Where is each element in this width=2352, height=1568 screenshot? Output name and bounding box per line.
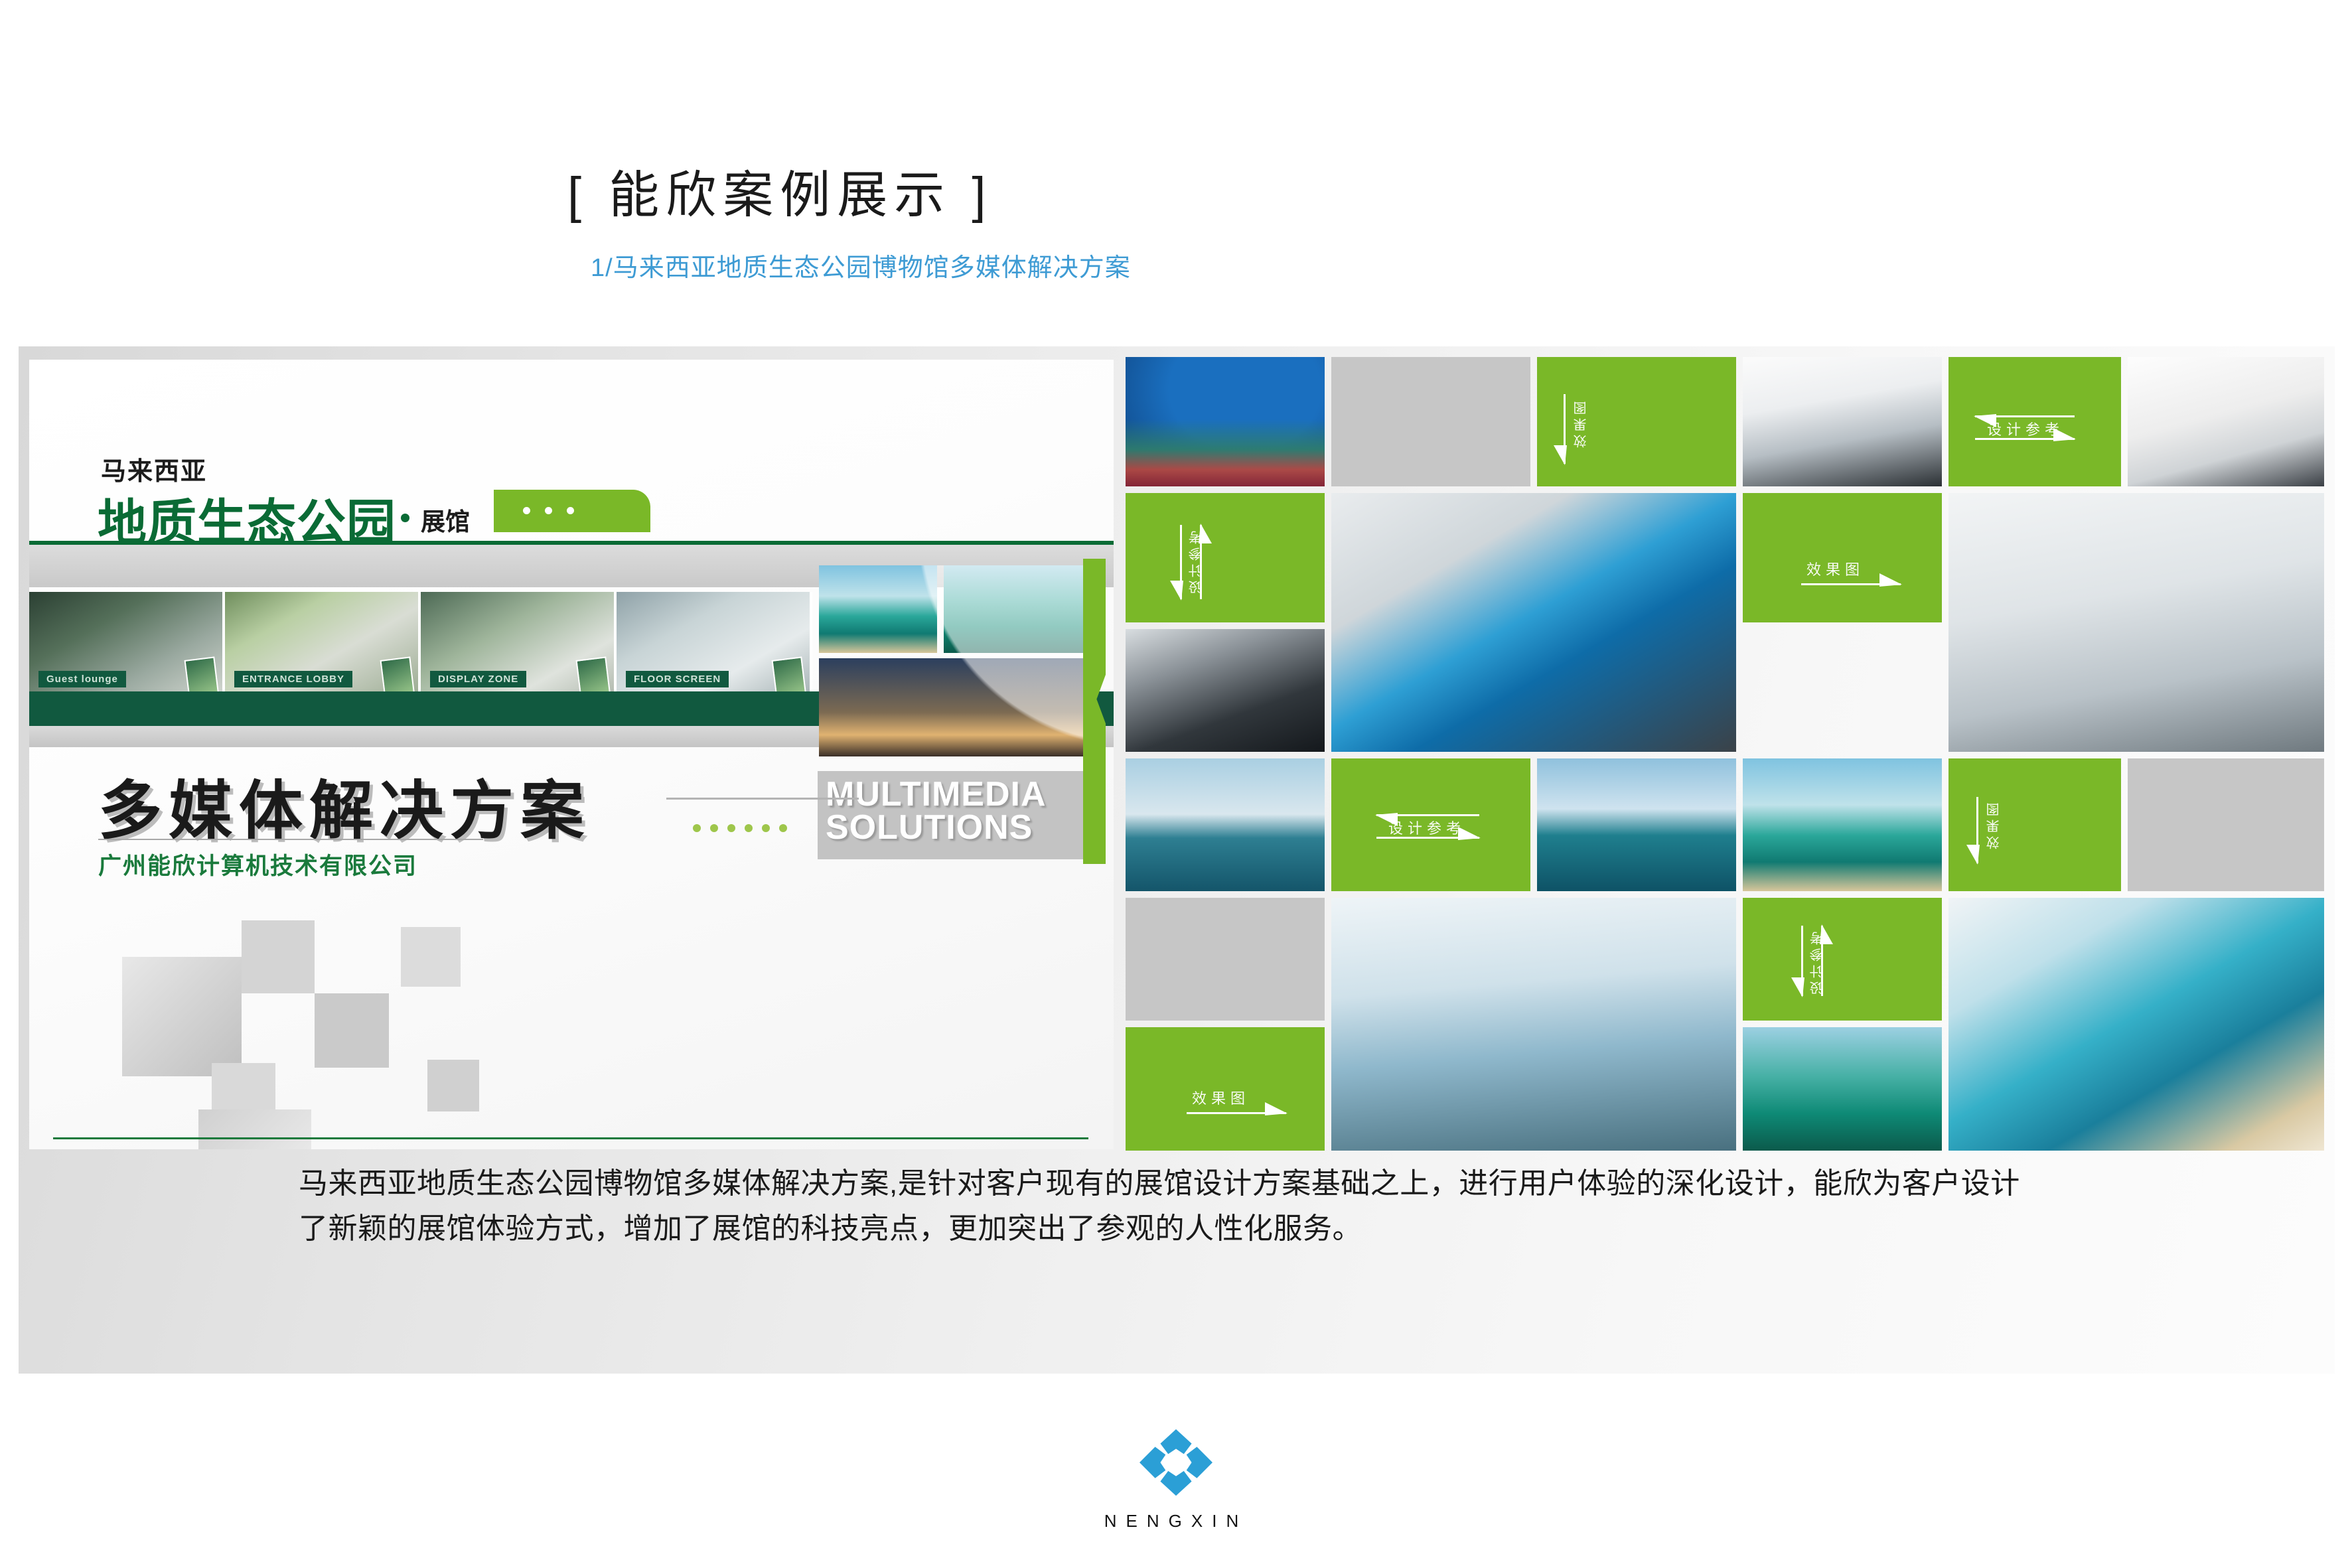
- effect-label-text: 效果图: [1806, 561, 1865, 578]
- poster-thumb: DISPLAY ZONE: [421, 592, 617, 691]
- effect-label-mid: 效果图: [1743, 493, 1942, 622]
- poster-company-rule: [98, 839, 483, 840]
- placeholder-gray: [1126, 898, 1325, 1021]
- dark-corridor-photo: [1126, 629, 1325, 752]
- reference-label-text: 设计参考: [1189, 528, 1204, 594]
- poster-bottom-rule: [53, 1137, 1088, 1139]
- windsurf-photo-a: [1126, 758, 1325, 891]
- slide-root: [ 能欣案例展示 ] 1/马来西亚地质生态公园博物馆多媒体解决方案 马来西亚 地…: [0, 0, 2352, 1568]
- poster-venue-label: 展馆: [421, 508, 470, 535]
- slide-header: [ 能欣案例展示 ] 1/马来西亚地质生态公园博物馆多媒体解决方案: [0, 0, 2352, 319]
- poster-decor-square: [427, 1060, 479, 1111]
- reference-label-text: 设计参考: [1987, 421, 2065, 438]
- poster-decor-square: [242, 920, 315, 993]
- arrow-right-icon: [1801, 573, 1902, 587]
- effect-label-text: 效果图: [1574, 398, 1589, 448]
- poster-thumb-caption: DISPLAY ZONE: [430, 671, 527, 687]
- poster-english-title: MULTIMEDIA SOLUTIONS: [818, 771, 1083, 859]
- effect-label-text: 效果图: [1192, 1090, 1250, 1107]
- poster-thumb-ticket: [380, 656, 415, 691]
- poster-thumb-ticket: [575, 656, 611, 691]
- poster-thumb: ENTRANCE LOBBY: [225, 592, 421, 691]
- coral-reef-photo: [1126, 357, 1325, 486]
- image-grid: 效果图 设计参考 设计参考 效果图 设计参考 效果图 效果图 设计参考: [1126, 357, 2324, 1151]
- poster-thumbnail-strip: Guest lounge ENTRANCE LOBBY DISPLAY ZONE…: [29, 592, 812, 691]
- poster-photo-palms: [819, 658, 1083, 756]
- poster-country-label: 马来西亚: [101, 458, 208, 486]
- page-title: [ 能欣案例展示 ]: [567, 167, 993, 224]
- placeholder-gray: [2128, 758, 2324, 891]
- effect-label-text: 效果图: [1987, 800, 2002, 849]
- poster-thumb-caption: FLOOR SCREEN: [626, 671, 729, 687]
- arrow-down-icon: [1791, 926, 1804, 997]
- poster-title-dots: [693, 824, 787, 832]
- white-interior-photo: [1743, 357, 1942, 486]
- arrow-left-icon: [1375, 813, 1479, 826]
- aquarium-wall-photo: [1331, 493, 1736, 752]
- tropical-beach-photo: [1743, 758, 1942, 891]
- poster-decor-square: [315, 993, 389, 1068]
- effect-label-right: 效果图: [1948, 758, 2121, 891]
- poster-company-name: 广州能欣计算机技术有限公司: [98, 853, 418, 879]
- arrow-down-icon: [1170, 525, 1183, 601]
- exhibit-table-photo: [1948, 493, 2324, 752]
- page-subtitle: 1/马来西亚地质生态公园博物馆多媒体解决方案: [591, 254, 1131, 282]
- poster-thumb-caption: Guest lounge: [38, 671, 126, 687]
- arrow-left-icon: [1974, 414, 2075, 427]
- poster-photo-beach: [819, 565, 937, 653]
- poster-decor-square: [122, 957, 242, 1076]
- arrow-down-icon: [1966, 797, 1980, 865]
- reference-label-bottom: 设计参考: [1743, 898, 1942, 1021]
- nengxin-logo-icon: [1139, 1429, 1213, 1496]
- poster-decor-square: [198, 1109, 311, 1149]
- reference-label-left: 设计参考: [1126, 493, 1325, 622]
- poster-title-rule: [666, 798, 859, 800]
- poster-main-title: 多媒体解决方案: [98, 776, 591, 847]
- poster-english-line-2: SOLUTIONS: [826, 808, 1033, 847]
- poster-thumb-caption: ENTRANCE LOBBY: [234, 671, 353, 687]
- placeholder-gray: [1331, 357, 1530, 486]
- bright-hall-photo: [2128, 357, 2324, 486]
- reference-label-top: 设计参考: [1948, 357, 2121, 486]
- arrow-down-icon: [1554, 394, 1567, 465]
- reference-label-text: 设计参考: [1810, 928, 1825, 995]
- slide-footer: NENGXIN: [0, 1427, 2352, 1532]
- slide-caption: 马来西亚地质生态公园博物馆多媒体解决方案,是针对客户现有的展馆设计方案基础之上，…: [299, 1167, 2020, 1246]
- project-poster: 马来西亚 地质生态公园 展馆 Guest lounge ENTRANCE LOB…: [29, 360, 1114, 1149]
- pool-3d-photo: [1948, 898, 2324, 1151]
- poster-thumb-ticket: [184, 656, 220, 691]
- poster-thumb-ticket: [771, 656, 807, 691]
- brand-name: NENGXIN: [1104, 1511, 1248, 1531]
- arrow-right-icon: [1187, 1102, 1287, 1115]
- effect-label-top: 效果图: [1537, 357, 1736, 486]
- reference-label-text: 设计参考: [1388, 820, 1466, 837]
- poster-tab-shape: [494, 490, 650, 532]
- boat-sea-photo: [1743, 1027, 1942, 1151]
- sail-hall-photo: [1331, 898, 1736, 1151]
- poster-photo-boat: [944, 565, 1083, 653]
- poster-english-line-1: MULTIMEDIA: [826, 775, 1047, 814]
- windsurf-photo-b: [1537, 758, 1736, 891]
- effect-label-bottom: 效果图: [1126, 1027, 1325, 1151]
- poster-thumb: FLOOR SCREEN: [617, 592, 812, 691]
- poster-separator-dot: [401, 514, 409, 522]
- poster-tab-dots: [523, 507, 574, 514]
- reference-label-mid: 设计参考: [1331, 758, 1530, 891]
- poster-thumb: Guest lounge: [29, 592, 225, 691]
- poster-decor-square: [401, 927, 461, 987]
